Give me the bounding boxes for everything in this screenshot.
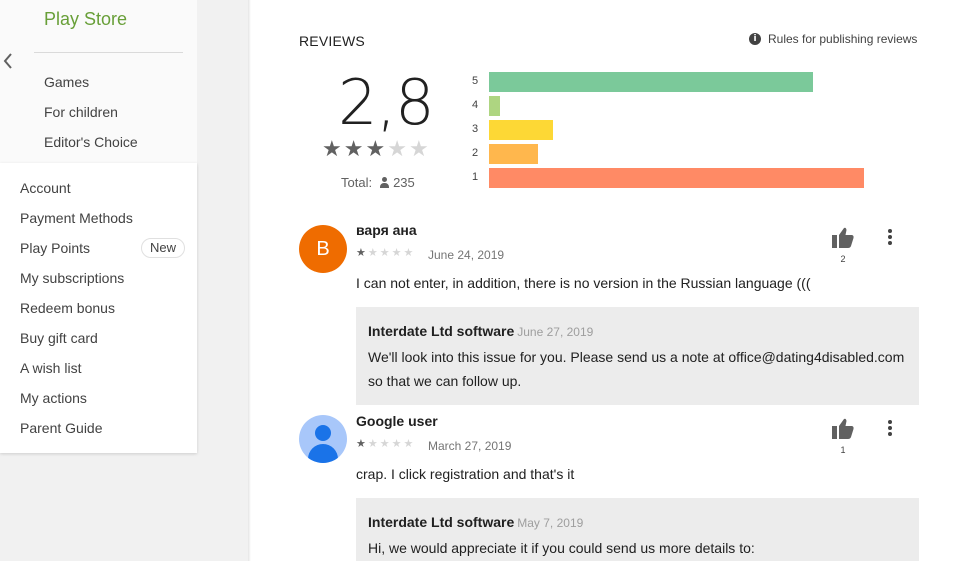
star-icon: ★ — [391, 437, 402, 450]
reply-text: We'll look into this issue for you. Plea… — [368, 349, 905, 389]
info-icon: i — [749, 33, 761, 45]
like-count: 2 — [840, 254, 846, 264]
review-text: crap. I click registration and that's it — [356, 466, 575, 482]
menu-item-my-actions[interactable]: My actions — [20, 390, 87, 406]
thumbs-up-icon[interactable] — [831, 227, 855, 249]
star-icon: ★ — [408, 137, 429, 162]
reply-text: Hi, we would appreciate it if you could … — [368, 540, 755, 556]
chevron-left-icon[interactable] — [2, 52, 16, 72]
nav-item-games[interactable]: Games — [44, 74, 89, 90]
sidebar-shadow — [248, 0, 251, 561]
nav-item-editors-choice[interactable]: Editor's Choice — [44, 134, 138, 150]
person-icon — [379, 177, 390, 188]
histogram-bar — [489, 72, 813, 92]
review-date: June 24, 2019 — [428, 248, 505, 262]
developer-reply: Interdate Ltd software June 27, 2019 We'l… — [356, 307, 919, 405]
thumbs-up-icon[interactable] — [831, 418, 855, 440]
star-icon: ★ — [403, 437, 414, 450]
menu-item-account[interactable]: Account — [20, 180, 71, 196]
new-badge: New — [141, 238, 185, 258]
menu-item-play-points[interactable]: Play Points — [20, 240, 90, 256]
review-stars: ★ ★ ★ ★ ★ — [356, 438, 413, 450]
reviews-heading: REVIEWS — [299, 33, 365, 49]
total-label: Total: — [341, 175, 373, 190]
histogram-bar — [489, 96, 500, 116]
menu-item-parent-guide[interactable]: Parent Guide — [20, 420, 103, 436]
more-options-icon[interactable] — [884, 228, 896, 246]
rating-stars: ★ ★ ★ ★ ★ — [322, 138, 429, 162]
developer-reply: Interdate Ltd software May 7, 2019 Hi, we… — [356, 498, 919, 561]
star-icon: ★ — [367, 437, 378, 450]
review-text: I can not enter, in addition, there is n… — [356, 275, 811, 291]
more-options-icon[interactable] — [884, 419, 896, 437]
star-icon: ★ — [387, 137, 407, 162]
menu-item-buy-gift-card[interactable]: Buy gift card — [20, 330, 98, 346]
histogram-bar — [489, 168, 864, 188]
histogram-label: 3 — [472, 123, 479, 135]
total-count: 235 — [393, 175, 415, 190]
star-icon: ★ — [356, 246, 366, 259]
menu-item-redeem-bonus[interactable]: Redeem bonus — [20, 300, 115, 316]
nav-divider — [34, 52, 183, 53]
nav-panel: Play Store Games For children Editor's C… — [0, 0, 197, 163]
histogram-label: 5 — [472, 75, 479, 87]
total-ratings: Total: 235 — [341, 175, 415, 190]
avatar[interactable] — [299, 415, 347, 463]
star-icon: ★ — [367, 246, 378, 259]
star-icon: ★ — [391, 246, 402, 259]
reply-author: Interdate Ltd software May 7, 2019 — [368, 514, 584, 530]
histogram-label: 2 — [472, 147, 479, 159]
star-icon: ★ — [356, 437, 366, 450]
reviewer-name: Google user — [356, 413, 438, 429]
person-icon — [315, 425, 331, 441]
like-count: 1 — [840, 445, 846, 455]
star-icon: ★ — [379, 437, 390, 450]
nav-item-for-children[interactable]: For children — [44, 104, 118, 120]
star-icon: ★ — [322, 137, 342, 162]
review-stars: ★ ★ ★ ★ ★ — [356, 247, 413, 259]
menu-item-my-subscriptions[interactable]: My subscriptions — [20, 270, 124, 286]
rules-link-text: Rules for publishing reviews — [768, 32, 918, 46]
store-title[interactable]: Play Store — [44, 9, 127, 30]
menu-item-wish-list[interactable]: A wish list — [20, 360, 81, 376]
rules-link[interactable]: i Rules for publishing reviews — [749, 32, 917, 46]
reviewer-name: варя ана — [356, 222, 417, 238]
reply-date: May 7, 2019 — [517, 516, 584, 530]
reply-date: June 27, 2019 — [517, 325, 594, 339]
review-date: March 27, 2019 — [428, 439, 512, 453]
histogram-bar — [489, 120, 553, 140]
star-icon: ★ — [365, 137, 386, 162]
histogram-label: 1 — [472, 171, 479, 183]
menu-item-payment-methods[interactable]: Payment Methods — [20, 210, 133, 226]
star-icon: ★ — [343, 137, 364, 162]
histogram-bar — [489, 144, 538, 164]
histogram-label: 4 — [472, 99, 479, 111]
avatar[interactable]: B — [299, 225, 347, 273]
star-icon: ★ — [403, 246, 414, 259]
star-icon: ★ — [379, 246, 390, 259]
reply-author: Interdate Ltd software June 27, 2019 — [368, 323, 594, 339]
average-rating: 2,8 — [338, 66, 435, 139]
